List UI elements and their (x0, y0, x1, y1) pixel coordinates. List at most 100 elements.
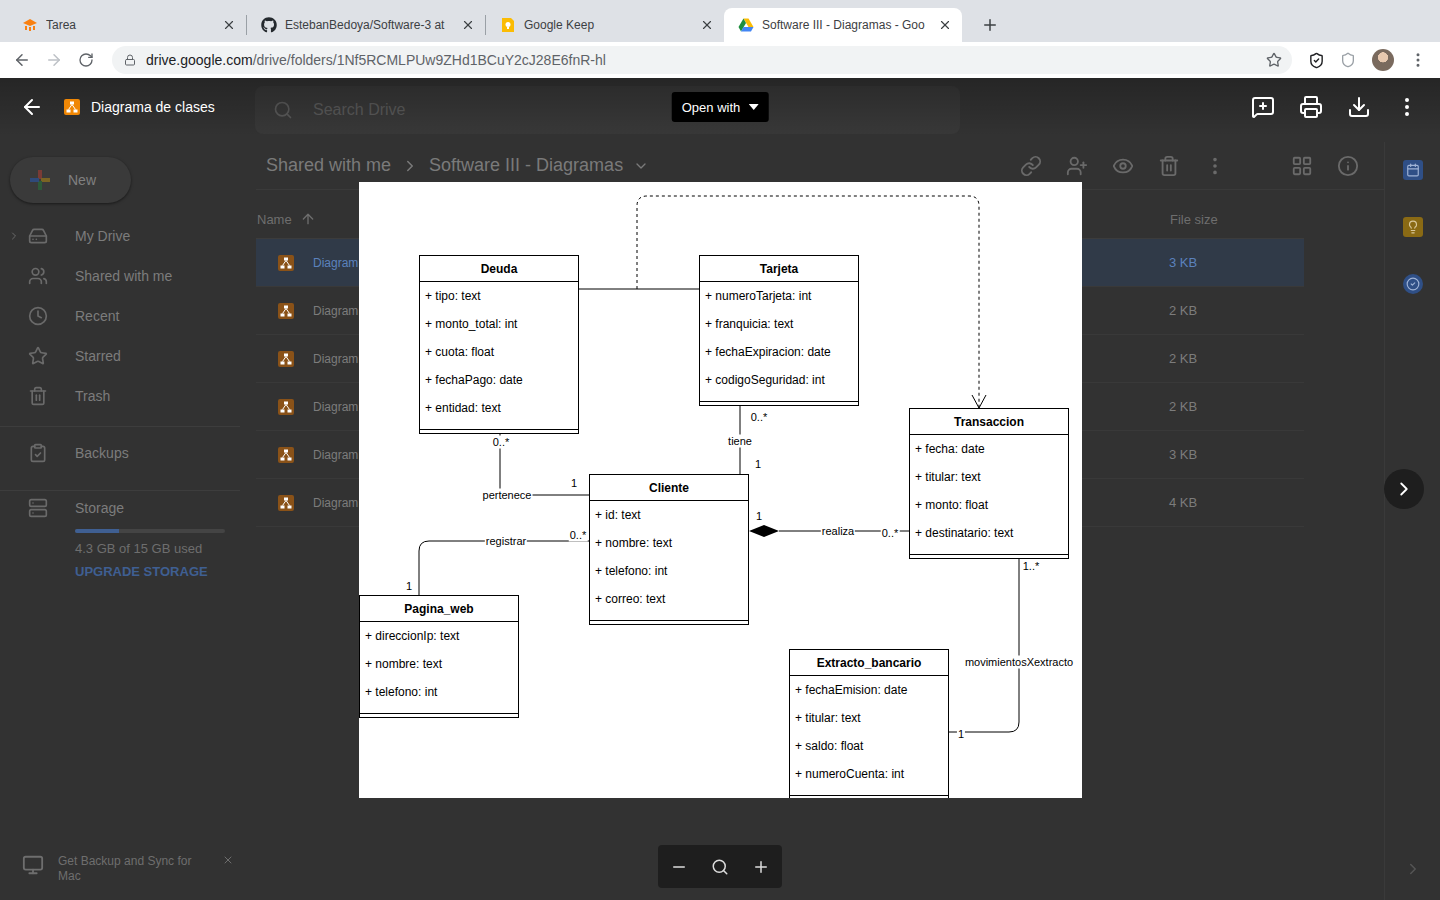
keep-icon[interactable] (1403, 217, 1423, 237)
dropdown-icon[interactable] (633, 158, 649, 174)
relation-label: tiene (727, 435, 753, 448)
storage-item[interactable]: Storage (0, 491, 240, 525)
file-size: 3 KB (1169, 255, 1304, 270)
dependency-edge[interactable] (637, 196, 986, 408)
sort-up-icon (300, 211, 316, 227)
storage-icon (28, 498, 48, 518)
class-attribute: + correo: text (590, 585, 748, 613)
class-node[interactable]: Transaccion+ fecha: date+ titular: text+… (909, 408, 1069, 559)
new-tab-button[interactable] (976, 11, 1004, 39)
association-edge[interactable] (949, 558, 1019, 732)
close-icon[interactable] (222, 854, 234, 866)
nav-item[interactable]: Shared with me (0, 256, 240, 296)
nav-icon (28, 266, 48, 286)
browser-tab[interactable]: EstebanBedoya/Software-3 at (247, 8, 485, 42)
more-vertical-icon[interactable] (1204, 155, 1226, 177)
nav-item[interactable]: My Drive (0, 216, 240, 256)
zoom-out-icon[interactable] (670, 858, 688, 876)
nav-item[interactable]: Backups (0, 433, 240, 473)
class-attribute: + saldo: float (790, 732, 948, 760)
nav-item[interactable]: Starred (0, 336, 240, 376)
url-text: drive.google.com/drive/folders/1Nf5RCMLP… (146, 52, 1256, 68)
address-bar[interactable]: drive.google.com/drive/folders/1Nf5RCMLP… (112, 46, 1292, 74)
class-attribute: + nombre: text (590, 529, 748, 557)
browser-tab[interactable]: Google Keep (486, 8, 724, 42)
multiplicity: 0..* (492, 436, 511, 449)
trash-icon[interactable] (1158, 155, 1180, 177)
browser-menu-button[interactable] (1404, 46, 1432, 74)
class-attribute: + fechaPago: date (420, 366, 578, 394)
diagram-canvas: Deuda+ tipo: text+ monto_total: int+ cuo… (359, 182, 1082, 798)
class-methods (420, 422, 578, 430)
grid-icon[interactable] (1291, 155, 1313, 177)
caret-down-icon (748, 104, 758, 110)
class-node[interactable]: Pagina_web+ direccionIp: text+ nombre: t… (359, 595, 519, 718)
expand-icon[interactable] (8, 230, 20, 242)
new-button[interactable]: New (10, 157, 131, 203)
preview-title: Diagrama de clases (91, 99, 215, 115)
close-icon[interactable] (461, 18, 475, 32)
size-column[interactable]: File size (1169, 212, 1304, 227)
zoom-reset-icon[interactable] (711, 858, 729, 876)
file-size: 3 KB (1169, 447, 1304, 462)
tasks-icon[interactable] (1403, 274, 1423, 294)
calendar-icon[interactable] (1403, 160, 1423, 180)
reload-button[interactable] (72, 46, 100, 74)
class-attribute: + codigoSeguridad: int (700, 366, 858, 394)
nav-icon-box (28, 346, 48, 366)
file-size: 2 KB (1169, 399, 1304, 414)
more-vertical-icon[interactable] (1395, 95, 1419, 119)
nav-icon (28, 226, 48, 246)
association-edge[interactable] (419, 541, 589, 595)
caret-slot (8, 230, 28, 242)
nav-item[interactable]: Trash (0, 376, 240, 416)
class-attribute: + fechaEmision: date (790, 676, 948, 704)
storage-fill (75, 529, 119, 533)
association-edge[interactable] (579, 289, 699, 290)
add-comment-icon[interactable] (1251, 95, 1275, 119)
panel-toggle[interactable] (1404, 860, 1422, 882)
close-icon[interactable] (222, 18, 236, 32)
extension-button[interactable] (1302, 46, 1330, 74)
drive-sidebar: New My DriveShared with meRecentStarredTr… (0, 142, 240, 900)
file-size: 2 KB (1169, 303, 1304, 318)
class-node[interactable]: Extracto_bancario+ fechaEmision: date+ t… (789, 649, 949, 798)
browser-tab[interactable]: Tarea (8, 8, 246, 42)
breadcrumb-item[interactable]: Shared with me (266, 155, 391, 176)
class-attribute: + direccionIp: text (360, 622, 518, 650)
nav-item[interactable]: Recent (0, 296, 240, 336)
promo-text[interactable]: Get Backup and Sync for Mac (58, 854, 208, 884)
drawio-icon (278, 447, 294, 463)
back-arrow-icon[interactable] (20, 95, 44, 119)
monitor-icon (22, 854, 44, 876)
zoom-in-icon[interactable] (752, 858, 770, 876)
back-button[interactable] (8, 46, 36, 74)
info-icon[interactable] (1337, 155, 1359, 177)
close-icon[interactable] (938, 18, 952, 32)
profile-avatar[interactable] (1372, 49, 1394, 71)
class-node[interactable]: Deuda+ tipo: text+ monto_total: int+ cuo… (419, 255, 579, 434)
class-node[interactable]: Tarjeta+ numeroTarjeta: int+ franquicia:… (699, 255, 859, 406)
plus-icon (28, 168, 52, 192)
class-attribute: + cuota: float (420, 338, 578, 366)
extension-button[interactable] (1334, 46, 1362, 74)
print-icon[interactable] (1299, 95, 1323, 119)
link-icon[interactable] (1020, 155, 1042, 177)
class-node[interactable]: Cliente+ id: text+ nombre: text+ telefon… (589, 474, 749, 625)
download-icon[interactable] (1347, 95, 1371, 119)
file-name: Diagram (313, 256, 358, 270)
class-attribute: + monto: float (910, 491, 1068, 519)
add-person-icon[interactable] (1066, 155, 1088, 177)
browser-tab[interactable]: Software III - Diagramas - Goo (724, 8, 962, 42)
association-edge[interactable] (500, 433, 589, 495)
preview-icon[interactable] (1112, 155, 1134, 177)
breadcrumb-item[interactable]: Software III - Diagramas (429, 155, 623, 176)
forward-button[interactable] (40, 46, 68, 74)
bookmark-star-icon[interactable] (1266, 52, 1282, 68)
tab-strip: TareaEstebanBedoya/Software-3 atGoogle K… (0, 0, 1440, 42)
close-icon[interactable] (700, 18, 714, 32)
upgrade-storage-link[interactable]: UPGRADE STORAGE (75, 564, 240, 580)
next-file-button[interactable] (1384, 469, 1424, 509)
open-with-button[interactable]: Open with (672, 92, 769, 122)
multiplicity: 1..* (1022, 560, 1041, 573)
